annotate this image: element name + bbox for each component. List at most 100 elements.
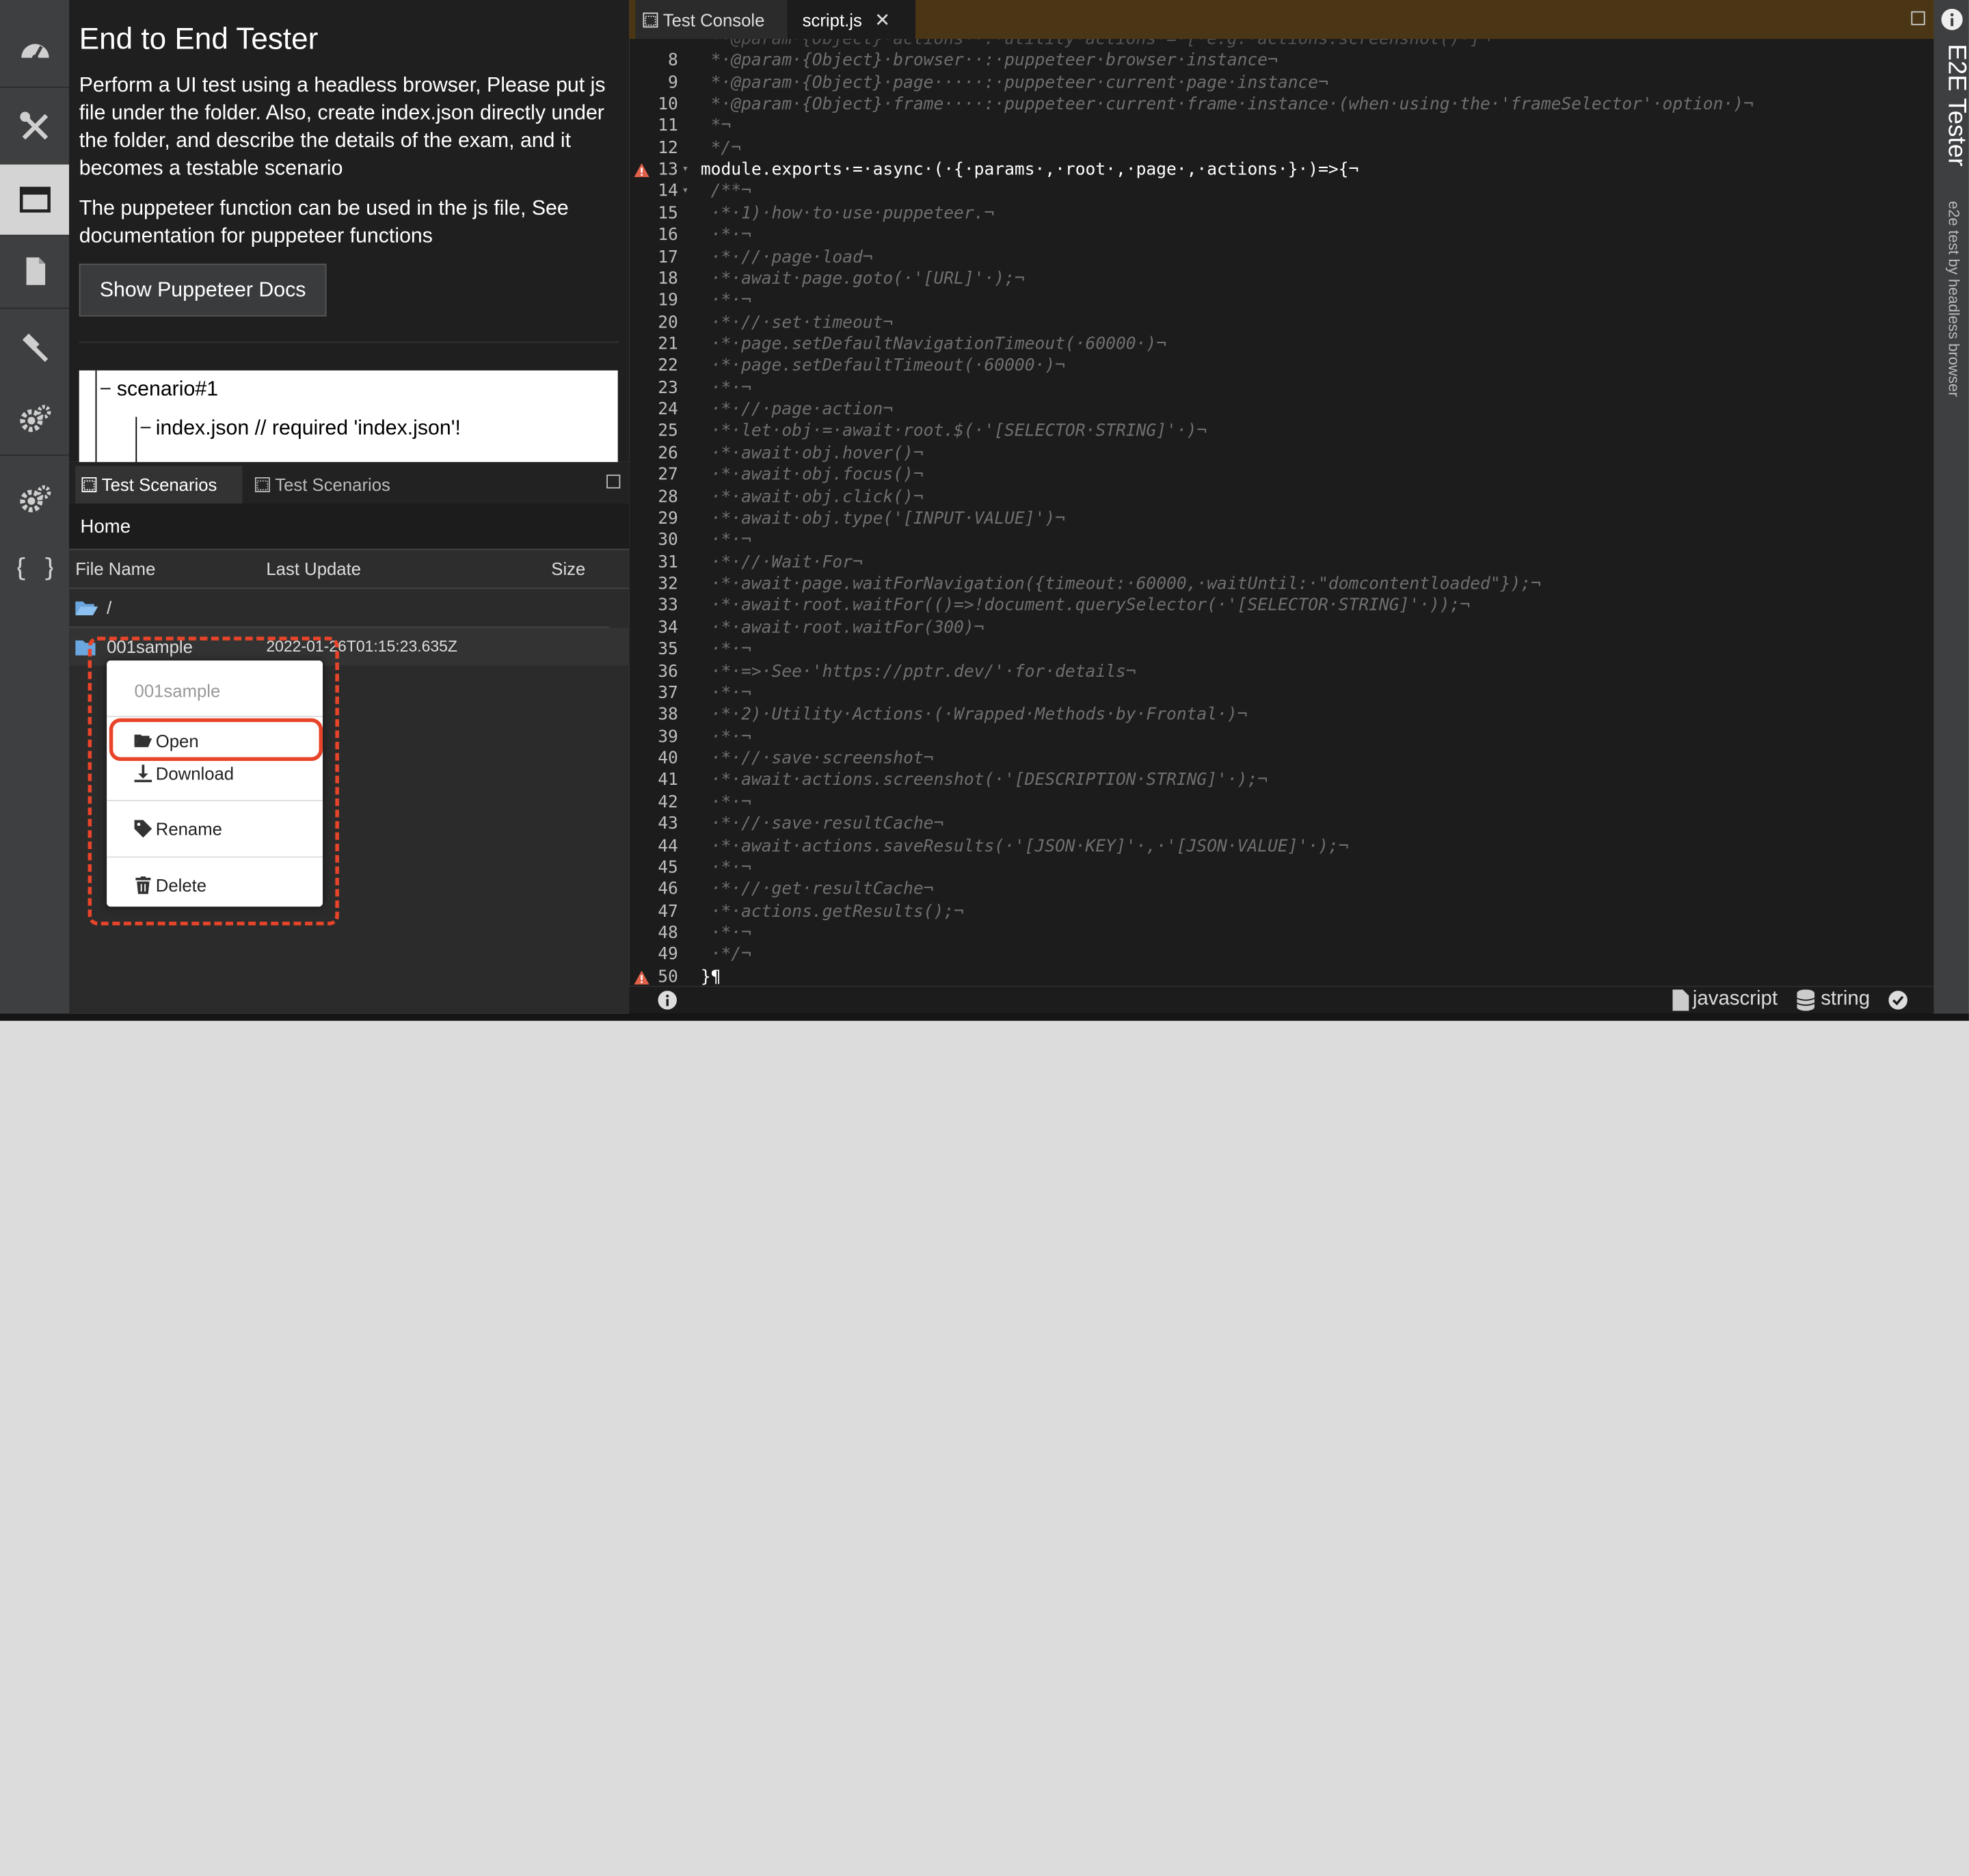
column-file-name[interactable]: File Name <box>75 559 155 578</box>
code-line[interactable]: 16 ·*·¬ <box>629 225 1933 247</box>
line-number: 50 <box>658 967 678 986</box>
browser-window-icon[interactable] <box>0 164 70 235</box>
code-line[interactable]: 35 ·*·¬ <box>629 639 1933 661</box>
code-line[interactable]: 37 ·*·¬ <box>629 683 1933 705</box>
context-menu-header: 001sample <box>107 673 323 708</box>
line-number: 36 <box>658 662 678 682</box>
divider <box>79 341 619 343</box>
code-text: ·*·¬ <box>700 226 751 245</box>
code-line[interactable]: 27 ·*·await·obj.focus()¬ <box>629 465 1933 487</box>
code-line[interactable]: 45 ·*·¬ <box>629 857 1933 879</box>
maximize-icon[interactable] <box>1911 11 1925 25</box>
dashboard-icon[interactable] <box>0 15 69 85</box>
tab-script-js[interactable]: script.js ✕ <box>787 0 915 39</box>
code-text: ·*·await·obj.hover()¬ <box>700 444 924 464</box>
code-line[interactable]: 23 ·*·¬ <box>629 377 1933 399</box>
code-line[interactable]: 9 *·@param·{Object}·page·····:·puppeteer… <box>629 72 1933 94</box>
column-size[interactable]: Size <box>551 559 585 578</box>
code-line[interactable]: 17 ·*·//·page·load¬ <box>629 247 1933 269</box>
code-text: ·*·¬ <box>700 859 751 878</box>
line-number: 8 <box>668 51 678 71</box>
line-number: 9 <box>668 73 678 93</box>
editor-tabs: Test Console script.js ✕ <box>629 0 1934 39</box>
code-text: *¬ <box>700 117 732 136</box>
open-highlight <box>109 718 323 762</box>
file-name: / <box>107 598 112 618</box>
code-line[interactable]: 47 ·*·actions.getResults();¬ <box>629 901 1933 923</box>
code-line[interactable]: 34 ·*·await·root.waitFor(300)¬ <box>629 617 1933 639</box>
code-line[interactable]: 32 ·*·await·page.waitForNavigation({time… <box>629 574 1933 596</box>
value-type[interactable]: string <box>1821 988 1870 1010</box>
code-line[interactable]: 43 ·*·//·save·resultCache¬ <box>629 814 1933 835</box>
code-line[interactable]: 8 *·@param·{Object}·browser··:·puppeteer… <box>629 51 1933 72</box>
code-area[interactable]: *·@param·{Object}·actions··:·utility·act… <box>629 39 1933 986</box>
code-line[interactable]: 31 ·*·//·Wait·For¬ <box>629 552 1933 574</box>
line-number: 47 <box>658 902 678 922</box>
code-line[interactable]: 36 ·*·=>·See·'https://pptr.dev/'·for·det… <box>629 661 1933 683</box>
code-line[interactable]: 49 ·*/¬ <box>629 945 1933 967</box>
code-line[interactable]: 48 ·*·¬ <box>629 923 1933 945</box>
window-icon <box>643 12 658 27</box>
line-number: 44 <box>658 837 678 856</box>
code-line[interactable]: 40 ·*·//·save·screenshot¬ <box>629 749 1933 770</box>
fold-chevron-icon[interactable]: ▾ <box>682 181 688 203</box>
code-line[interactable]: 44 ·*·await·actions.saveResults(·'[JSON·… <box>629 835 1933 857</box>
code-line[interactable]: 33 ·*·await·root.waitFor(()=>!document.q… <box>629 595 1933 617</box>
menu-item-delete[interactable]: Delete <box>107 870 323 900</box>
file-icon[interactable] <box>0 236 69 306</box>
code-text: ·*·¬ <box>700 641 751 660</box>
code-line[interactable]: 12 */¬ <box>629 137 1933 159</box>
code-text: ·*·//·set·timeout¬ <box>700 313 894 333</box>
code-line[interactable]: 38 ·*·2)·Utility·Actions·(·Wrapped·Metho… <box>629 705 1933 727</box>
maximize-icon[interactable] <box>606 474 621 489</box>
line-number: 45 <box>658 859 678 878</box>
code-line[interactable]: 11 *¬ <box>629 116 1933 138</box>
info-icon[interactable] <box>1941 8 1963 31</box>
file-icon <box>1672 989 1689 1011</box>
settings-gears-icon[interactable] <box>0 384 69 455</box>
bottom-strip <box>0 1013 1969 1021</box>
code-line[interactable]: 39 ·*·¬ <box>629 727 1933 749</box>
code-line[interactable]: 18 ·*·await·page.goto(·'[URL]'·);¬ <box>629 269 1933 291</box>
menu-item-download[interactable]: Download <box>107 758 323 788</box>
fold-chevron-icon[interactable]: ▾ <box>682 159 688 181</box>
code-line[interactable]: 26 ·*·await·obj.hover()¬ <box>629 443 1933 465</box>
code-braces-icon[interactable]: { } <box>0 533 69 603</box>
info-icon[interactable] <box>658 991 677 1010</box>
code-line[interactable]: 28 ·*·await·obj.click()¬ <box>629 487 1933 509</box>
code-line[interactable]: 30 ·*·¬ <box>629 531 1933 552</box>
breadcrumb[interactable]: Home <box>69 503 630 549</box>
code-line[interactable]: 14 ▾ /**¬ <box>629 181 1933 203</box>
code-line[interactable]: 25 ·*·let·obj·=·await·root.$(·'[SELECTOR… <box>629 421 1933 443</box>
table-row[interactable]: / <box>69 589 609 628</box>
code-line[interactable]: 42 ·*·¬ <box>629 792 1933 814</box>
code-line[interactable]: 46 ·*·//·get·resultCache¬ <box>629 879 1933 901</box>
show-puppeteer-docs-button[interactable]: Show Puppeteer Docs <box>79 263 327 317</box>
tab-test-scenarios[interactable]: Test Scenarios <box>75 466 243 504</box>
menu-item-label: Download <box>155 763 235 784</box>
line-number: 24 <box>658 401 678 420</box>
code-line[interactable]: 29 ·*·await·obj.type('[INPUT·VALUE]')¬ <box>629 509 1933 531</box>
column-last-update[interactable]: Last Update <box>266 559 361 578</box>
code-text: }¶ <box>700 967 721 986</box>
close-icon[interactable]: ✕ <box>874 8 890 31</box>
menu-item-rename[interactable]: Rename <box>107 814 323 844</box>
tools-icon[interactable] <box>0 92 69 162</box>
code-line[interactable]: 13 ▾ module.exports·=·async·(·{·params·,·r… <box>629 159 1933 181</box>
code-editor: Test Console script.js ✕ *·@param·{Objec… <box>629 0 1934 1015</box>
advanced-settings-icon[interactable] <box>0 465 69 535</box>
code-line[interactable]: 21 ·*·page.setDefaultNavigationTimeout(·… <box>629 334 1933 356</box>
hammer-icon[interactable] <box>0 314 69 384</box>
tab-test-console[interactable]: Test Console <box>635 0 792 39</box>
code-line[interactable]: 15 ·*·1)·how·to·use·puppeteer.¬ <box>629 203 1933 225</box>
code-line[interactable]: 10 *·@param·{Object}·frame····:·puppetee… <box>629 94 1933 116</box>
breadcrumb-home[interactable]: Home <box>81 515 131 537</box>
code-line[interactable]: 20 ·*·//·set·timeout¬ <box>629 312 1933 334</box>
code-line[interactable]: 22 ·*·page.setDefaultTimeout(·60000·)¬ <box>629 356 1933 377</box>
code-line[interactable]: 19 ·*·¬ <box>629 291 1933 312</box>
code-line[interactable]: 50 }¶ <box>629 967 1933 986</box>
language-mode[interactable]: javascript <box>1693 988 1778 1010</box>
tab-test-scenarios-2[interactable]: Test Scenarios <box>245 466 418 503</box>
code-line[interactable]: 41 ·*·await·actions.screenshot(·'[DESCRI… <box>629 770 1933 792</box>
code-line[interactable]: 24 ·*·//·page·action¬ <box>629 399 1933 421</box>
